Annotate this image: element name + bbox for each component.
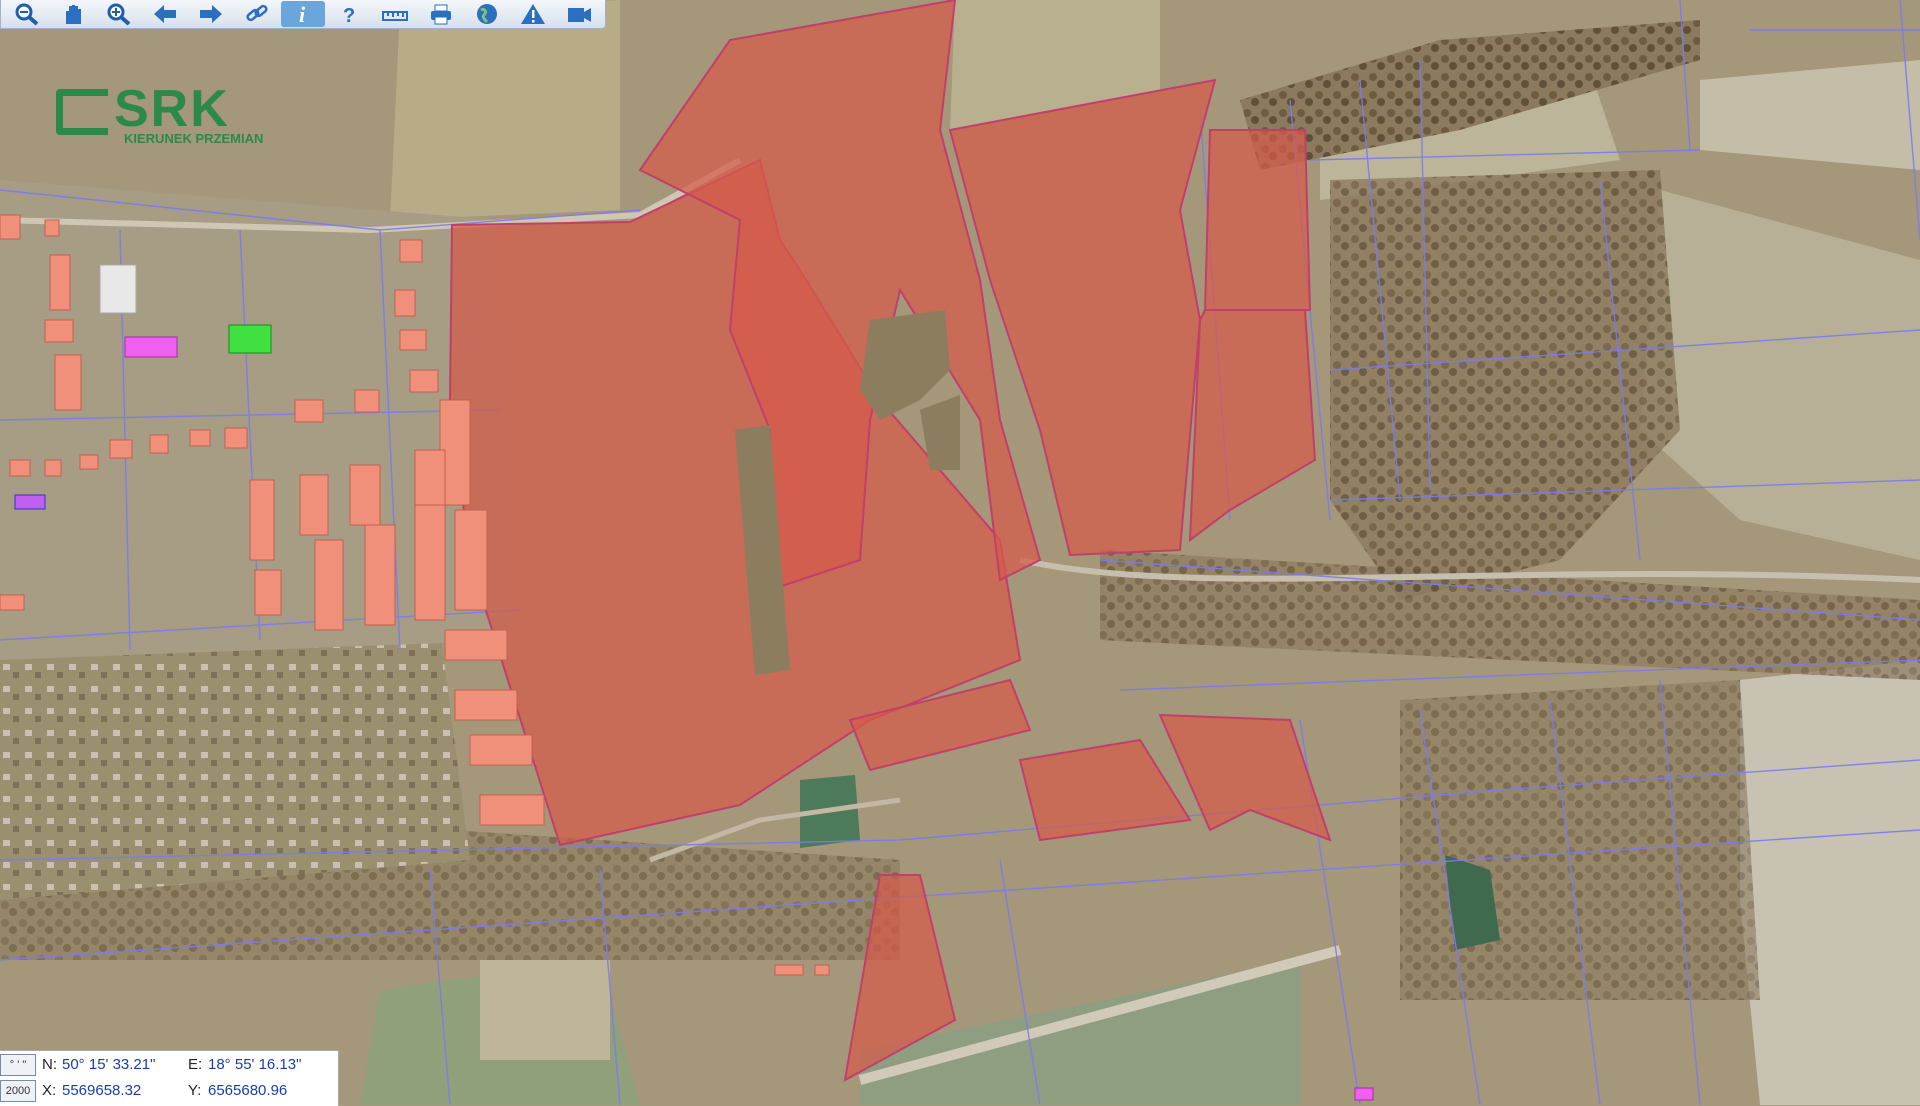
n-value: 50° 15' 33.21" xyxy=(62,1056,156,1073)
format-2000-toggle[interactable]: 2000 xyxy=(0,1080,36,1102)
export-icon xyxy=(568,8,591,22)
globe-button[interactable] xyxy=(465,1,509,27)
forward-arrow-icon xyxy=(200,5,222,23)
building-magenta xyxy=(124,336,178,358)
zoom-out-icon xyxy=(15,3,39,26)
info-button[interactable]: i xyxy=(281,1,325,27)
back-button[interactable] xyxy=(143,1,187,27)
pan-hand-icon xyxy=(66,5,81,24)
x-value: 5569658.32 xyxy=(62,1082,142,1099)
back-arrow-icon xyxy=(154,5,176,23)
warning-icon xyxy=(521,4,545,24)
forest xyxy=(1400,680,1760,1000)
zoom-in-icon xyxy=(107,3,131,26)
srk-logo: SRK KIERUNEK PRZEMIAN xyxy=(56,83,264,147)
logo-subtitle: KIERUNEK PRZEMIAN xyxy=(124,131,264,147)
globe-icon xyxy=(477,4,497,24)
building-green xyxy=(228,324,272,354)
e-value: 18° 55' 16.13" xyxy=(208,1056,302,1073)
field xyxy=(480,960,610,1060)
print-button[interactable] xyxy=(419,1,463,27)
y-label: Y: xyxy=(188,1082,202,1099)
field xyxy=(390,0,620,220)
print-icon xyxy=(431,4,451,25)
export-button[interactable] xyxy=(557,1,601,27)
building-white xyxy=(99,264,137,314)
zoom-out-button[interactable] xyxy=(5,1,49,27)
building-magenta xyxy=(1354,1087,1374,1101)
forward-button[interactable] xyxy=(189,1,233,27)
measure-button[interactable] xyxy=(373,1,417,27)
n-label: N: xyxy=(42,1056,57,1073)
link-button[interactable] xyxy=(235,1,279,27)
help-query-icon: ? xyxy=(343,5,355,26)
e-label: E: xyxy=(188,1056,203,1073)
svg-text:i: i xyxy=(299,2,306,26)
map-toolbar: i ? xyxy=(0,0,606,29)
query-button[interactable]: ? xyxy=(327,1,371,27)
parcel[interactable] xyxy=(1203,129,1312,311)
pan-button[interactable] xyxy=(51,1,95,27)
ruler-icon xyxy=(382,11,408,21)
zoom-in-button[interactable] xyxy=(97,1,141,27)
orthophoto-map[interactable] xyxy=(0,0,1920,1105)
svg-text:?: ? xyxy=(343,5,355,26)
x-label: X: xyxy=(42,1082,57,1099)
info-icon: i xyxy=(299,2,306,26)
building-blue xyxy=(14,494,46,510)
coordinates-panel: ° ' " N: 50° 15' 33.21" E: 18° 55' 16.13… xyxy=(0,1050,339,1106)
logo-mark: SRK xyxy=(56,83,263,136)
field xyxy=(1740,660,1920,1105)
allotments xyxy=(0,630,470,900)
y-value: 6565680.96 xyxy=(208,1082,288,1099)
format-dms-toggle[interactable]: ° ' " xyxy=(0,1054,36,1076)
link-icon xyxy=(246,4,268,22)
warning-button[interactable] xyxy=(511,1,555,27)
